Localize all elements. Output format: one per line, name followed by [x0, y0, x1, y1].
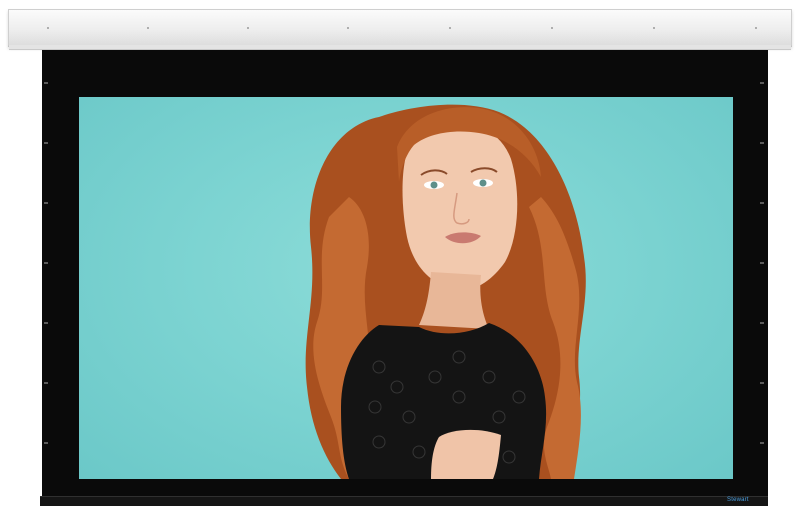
- housing-screw: [755, 27, 757, 29]
- tension-cable-right: [760, 52, 764, 500]
- housing-screw: [653, 27, 655, 29]
- housing-screw: [47, 27, 49, 29]
- housing-screw: [347, 27, 349, 29]
- portrait-image: [305, 104, 586, 479]
- ceiling-housing: [8, 9, 792, 50]
- housing-screw: [449, 27, 451, 29]
- tension-tab: [44, 202, 48, 204]
- tension-tab: [44, 142, 48, 144]
- tension-tab: [760, 262, 764, 264]
- viewing-area: [79, 97, 733, 479]
- tension-tab: [760, 322, 764, 324]
- tension-cable-left: [44, 52, 48, 500]
- face: [402, 120, 518, 291]
- brand-label: Stewart: [727, 497, 749, 503]
- screen-bottom-bar: [40, 496, 768, 506]
- tension-tab: [760, 142, 764, 144]
- tension-tab: [760, 202, 764, 204]
- tension-tab: [44, 322, 48, 324]
- tension-tab: [44, 82, 48, 84]
- forearm: [431, 429, 501, 479]
- tension-tab: [44, 442, 48, 444]
- tension-tab: [760, 442, 764, 444]
- tension-tab: [44, 262, 48, 264]
- housing-screw: [247, 27, 249, 29]
- housing-screw: [147, 27, 149, 29]
- tension-tab: [44, 382, 48, 384]
- tension-tab: [760, 382, 764, 384]
- tension-tab: [760, 82, 764, 84]
- housing-screw: [551, 27, 553, 29]
